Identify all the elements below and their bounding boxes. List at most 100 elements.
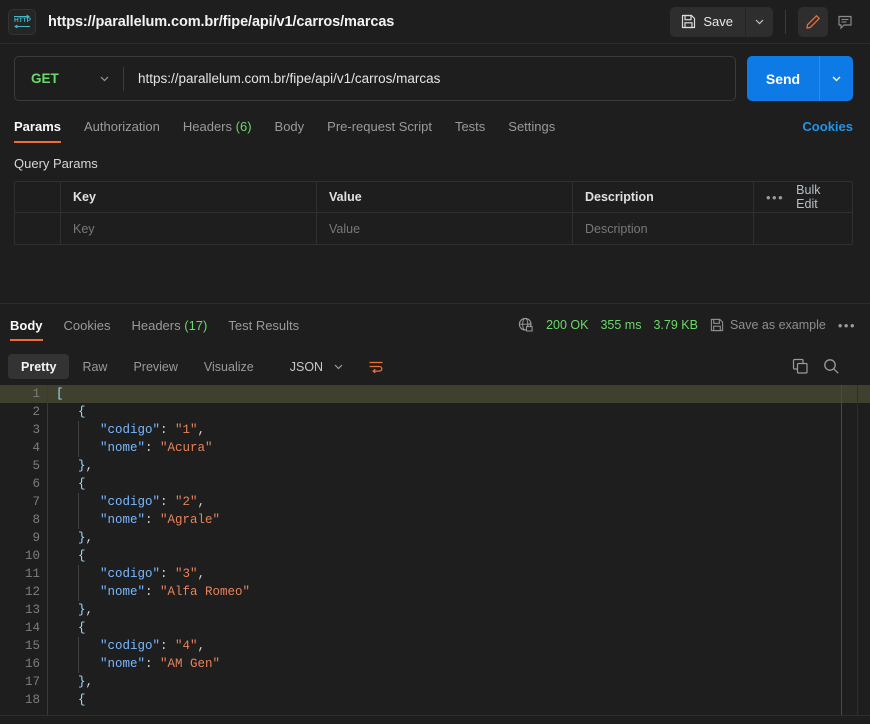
- code-line: 1[: [0, 385, 870, 403]
- request-tabs: Params Authorization Headers (6) Body Pr…: [14, 113, 870, 143]
- tab-settings[interactable]: Settings: [508, 119, 569, 143]
- save-button[interactable]: Save: [670, 7, 745, 37]
- code-token: "codigo": [100, 495, 161, 509]
- response-more-menu[interactable]: •••: [838, 318, 856, 333]
- code-token: :: [160, 423, 176, 437]
- line-number: 9: [32, 531, 40, 545]
- word-wrap-icon: [368, 360, 384, 374]
- code-line: 15 "codigo": "4",: [0, 637, 870, 655]
- code-text: },: [78, 457, 93, 475]
- code-token: :: [160, 495, 176, 509]
- code-token: ,: [85, 459, 94, 473]
- table-row[interactable]: Key Value Description: [15, 213, 852, 244]
- tab-authorization[interactable]: Authorization: [84, 119, 174, 143]
- row-checkbox-cell[interactable]: [15, 213, 61, 244]
- view-mode-visualize[interactable]: Visualize: [191, 354, 267, 379]
- tab-body[interactable]: Body: [275, 119, 319, 143]
- response-tab-headers[interactable]: Headers (17): [131, 318, 220, 341]
- code-text: },: [78, 673, 93, 691]
- line-number: 13: [24, 603, 40, 617]
- code-token: :: [145, 513, 161, 527]
- copy-icon[interactable]: [792, 358, 809, 375]
- code-token: "codigo": [100, 639, 161, 653]
- code-token: :: [160, 639, 176, 653]
- column-header-key: Key: [61, 182, 317, 212]
- url-input-wrapper: GET https://parallelum.com.br/fipe/api/v…: [14, 56, 736, 101]
- tab-pre-request-script[interactable]: Pre-request Script: [327, 119, 446, 143]
- response-status: 200 OK: [546, 318, 589, 332]
- view-mode-pretty[interactable]: Pretty: [8, 354, 70, 379]
- cookies-link[interactable]: Cookies: [802, 119, 853, 134]
- code-text: "nome": "Alfa Romeo": [100, 583, 250, 601]
- bulk-edit-button[interactable]: Bulk Edit: [796, 183, 840, 211]
- edit-request-button[interactable]: [798, 6, 828, 37]
- save-options-button[interactable]: [745, 6, 773, 37]
- code-text: {: [78, 475, 86, 493]
- tab-headers[interactable]: Headers (6): [183, 119, 266, 143]
- send-options-button[interactable]: [819, 56, 853, 101]
- code-token: "nome": [100, 657, 146, 671]
- response-tabs: Body Cookies Headers (17) Test Results 2…: [0, 311, 870, 341]
- param-description-input[interactable]: Description: [573, 213, 754, 244]
- code-token: }: [78, 459, 86, 473]
- toolbar-divider: [785, 9, 786, 34]
- code-token: "nome": [100, 585, 146, 599]
- ellipsis-icon[interactable]: •••: [766, 190, 784, 205]
- response-body-code[interactable]: 1[2{3 "codigo": "1", 4 "nome": "Acura" 5}, 6{…: [0, 385, 870, 715]
- response-pane-divider[interactable]: [0, 303, 870, 304]
- param-value-input[interactable]: Value: [317, 213, 573, 244]
- send-button[interactable]: Send: [747, 56, 819, 101]
- response-tab-body[interactable]: Body: [10, 318, 56, 341]
- param-key-input[interactable]: Key: [61, 213, 317, 244]
- code-text: [: [56, 385, 64, 403]
- save-as-example-button[interactable]: Save as example: [710, 318, 826, 332]
- response-tab-test-results[interactable]: Test Results: [228, 318, 312, 341]
- code-line: 3 "codigo": "1",: [0, 421, 870, 439]
- search-icon[interactable]: [823, 358, 840, 375]
- code-token: "codigo": [100, 567, 161, 581]
- view-mode-preview[interactable]: Preview: [120, 354, 190, 379]
- code-token: :: [145, 585, 161, 599]
- row-actions-cell: [754, 213, 852, 244]
- url-input[interactable]: https://parallelum.com.br/fipe/api/v1/ca…: [124, 71, 735, 86]
- code-token: :: [145, 441, 161, 455]
- response-view-toolbar: Pretty Raw Preview Visualize JSON: [0, 348, 870, 385]
- indent-guide: [78, 439, 79, 457]
- code-text: "nome": "Agrale": [100, 511, 220, 529]
- tab-tests[interactable]: Tests: [455, 119, 499, 143]
- code-token: "4": [175, 639, 198, 653]
- indent-guide: [78, 583, 79, 601]
- code-token: "nome": [100, 513, 146, 527]
- code-line: 17},: [0, 673, 870, 691]
- top-bar: HTTP https://parallelum.com.br/fipe/api/…: [0, 0, 870, 44]
- http-icon: HTTP: [8, 8, 36, 35]
- line-number: 15: [24, 639, 40, 653]
- tab-params[interactable]: Params: [14, 119, 75, 143]
- response-format-select[interactable]: JSON: [279, 354, 353, 379]
- line-number: 8: [32, 513, 40, 527]
- http-method-select[interactable]: GET: [15, 57, 123, 100]
- indent-guide: [78, 493, 79, 511]
- code-text: {: [78, 547, 86, 565]
- http-method-label: GET: [31, 71, 59, 86]
- code-line: 5},: [0, 457, 870, 475]
- comments-button[interactable]: [830, 7, 860, 37]
- svg-text:HTTP: HTTP: [14, 17, 31, 24]
- response-tab-body-label: Body: [10, 318, 43, 333]
- pencil-icon: [805, 14, 821, 30]
- word-wrap-toggle[interactable]: [363, 354, 389, 379]
- globe-lock-icon[interactable]: [518, 317, 534, 333]
- view-mode-group: Pretty Raw Preview Visualize: [8, 354, 267, 379]
- view-mode-raw[interactable]: Raw: [69, 354, 120, 379]
- code-text: },: [78, 601, 93, 619]
- table-header-row: Key Value Description ••• Bulk Edit: [15, 182, 852, 213]
- response-tab-cookies[interactable]: Cookies: [64, 318, 124, 341]
- code-text: },: [78, 529, 93, 547]
- response-tab-headers-label: Headers: [131, 318, 181, 333]
- code-line: 10 {: [0, 547, 870, 565]
- code-token: "3": [175, 567, 198, 581]
- line-number: 16: [24, 657, 40, 671]
- save-as-example-label: Save as example: [729, 318, 826, 332]
- bottom-edge: [0, 715, 870, 724]
- chevron-down-icon: [99, 73, 110, 84]
